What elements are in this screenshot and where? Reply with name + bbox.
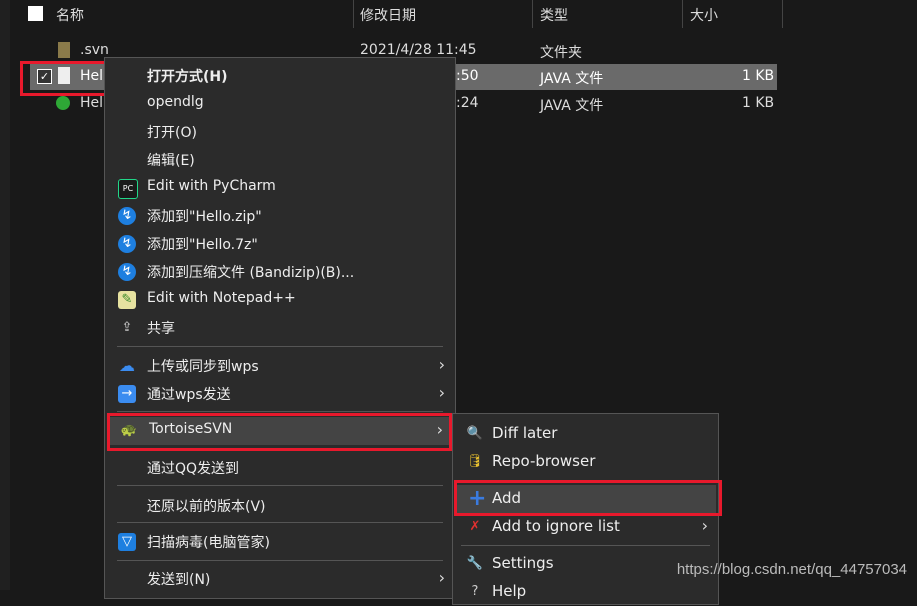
menu-item-notepadpp[interactable]: ✎ Edit with Notepad++ <box>105 286 455 314</box>
column-divider[interactable] <box>782 0 783 28</box>
pc-manager-shield-icon: ▽ <box>118 533 136 551</box>
column-type[interactable]: 类型 <box>540 5 568 25</box>
menu-separator <box>117 411 443 412</box>
file-type: JAVA 文件 <box>540 71 604 87</box>
wps-send-icon: → <box>118 385 136 403</box>
menu-item-qq-send[interactable]: 通过QQ发送到 <box>105 454 455 482</box>
column-header: 名称 修改日期 类型 大小 <box>0 0 917 30</box>
file-name: .svn <box>80 42 109 58</box>
file-name: Hel <box>80 95 104 111</box>
chevron-right-icon: › <box>438 568 445 587</box>
column-size[interactable]: 大小 <box>690 5 718 25</box>
menu-item-restore-versions[interactable]: 还原以前的版本(V) <box>105 492 455 520</box>
file-date: :50 <box>456 68 479 84</box>
submenu-item-repo-browser[interactable]: 🛢 Repo-browser <box>453 448 718 476</box>
bandizip-icon: ↯ <box>118 235 136 253</box>
menu-item-pycharm[interactable]: PC Edit with PyCharm <box>105 174 455 202</box>
file-date: 2021/4/28 11:45 <box>360 42 477 58</box>
chevron-right-icon: › <box>438 355 445 374</box>
folder-icon <box>58 42 70 58</box>
help-icon: ? <box>471 584 479 599</box>
chevron-right-icon: › <box>701 516 708 535</box>
column-name[interactable]: 名称 <box>56 5 84 25</box>
menu-item-add-zip[interactable]: ↯ 添加到"Hello.zip" <box>105 202 455 230</box>
column-divider[interactable] <box>682 0 683 28</box>
menu-item-bandizip[interactable]: ↯ 添加到压缩文件 (Bandizip)(B)... <box>105 258 455 286</box>
watermark: https://blog.csdn.net/qq_44757034 <box>676 561 907 578</box>
menu-item-open[interactable]: 打开(O) <box>105 118 455 146</box>
menu-item-virus-scan[interactable]: ▽ 扫描病毒(电脑管家) <box>105 528 455 556</box>
menu-item-opendlg[interactable]: opendlg <box>105 90 455 118</box>
menu-separator <box>117 560 443 561</box>
bandizip-icon: ↯ <box>118 207 136 225</box>
bandizip-icon: ↯ <box>118 263 136 281</box>
highlight-box <box>107 413 452 451</box>
menu-separator <box>461 545 710 546</box>
ignore-icon: ✗ <box>469 519 481 534</box>
menu-item-add-7z[interactable]: ↯ 添加到"Hello.7z" <box>105 230 455 258</box>
wrench-icon: 🔧 <box>466 556 484 571</box>
file-type: JAVA 文件 <box>540 98 604 114</box>
highlight-box <box>454 480 722 516</box>
file-date: :24 <box>456 95 479 111</box>
menu-item-edit[interactable]: 编辑(E) <box>105 146 455 174</box>
navigation-pane-edge <box>0 0 10 590</box>
submenu-item-help[interactable]: ? Help <box>453 578 718 606</box>
svn-ok-file-icon <box>56 96 70 110</box>
repo-browser-icon: 🛢 <box>466 454 484 469</box>
file-type: 文件夹 <box>540 45 582 61</box>
cloud-upload-icon: ☁ <box>119 356 135 375</box>
context-menu: 打开方式(H) opendlg 打开(O) 编辑(E) PC Edit with … <box>104 57 456 599</box>
menu-item-open-with[interactable]: 打开方式(H) <box>105 62 455 90</box>
menu-separator <box>117 522 443 523</box>
highlight-box <box>20 61 111 96</box>
menu-item-send-to[interactable]: 发送到(N) › <box>105 565 455 593</box>
select-all-checkbox[interactable] <box>28 6 43 21</box>
file-size: 1 KB <box>742 95 775 111</box>
chevron-right-icon: › <box>438 383 445 402</box>
submenu-item-add-to-ignore[interactable]: ✗ Add to ignore list › <box>453 513 718 541</box>
menu-item-wps-send[interactable]: → 通过wps发送 › <box>105 380 455 408</box>
column-date[interactable]: 修改日期 <box>360 5 416 25</box>
pycharm-icon: PC <box>118 179 138 199</box>
share-icon: ⇪ <box>121 320 133 335</box>
menu-item-wps-upload[interactable]: ☁ 上传或同步到wps › <box>105 352 455 380</box>
column-divider[interactable] <box>353 0 354 28</box>
file-size: 1 KB <box>742 68 775 84</box>
magnifier-icon: 🔍 <box>466 426 484 441</box>
column-divider[interactable] <box>532 0 533 28</box>
menu-item-share[interactable]: ⇪ 共享 <box>105 314 455 342</box>
menu-separator <box>117 485 443 486</box>
submenu-item-diff-later[interactable]: 🔍 Diff later <box>453 420 718 448</box>
notepadpp-icon: ✎ <box>118 291 136 309</box>
menu-separator <box>117 346 443 347</box>
